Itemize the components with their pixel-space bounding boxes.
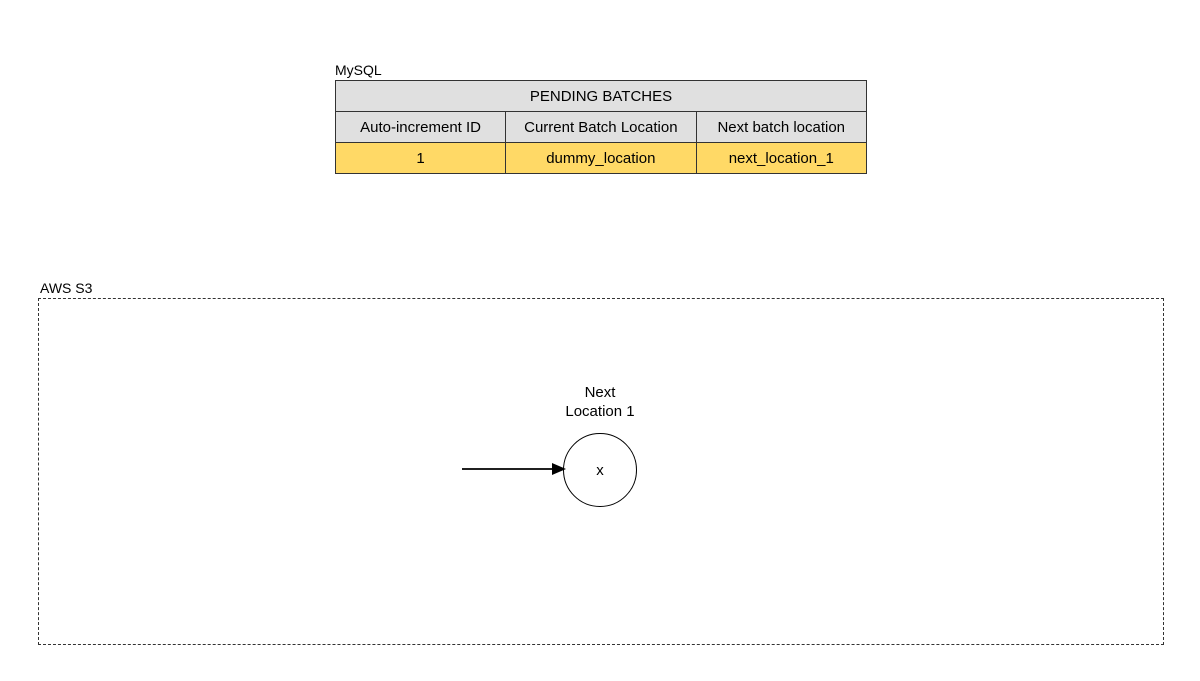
mysql-label: MySQL [335,62,382,78]
table-title: PENDING BATCHES [336,81,867,112]
pending-batches-table: PENDING BATCHES Auto-increment ID Curren… [335,80,867,174]
node-circle: x [563,433,637,507]
table-row: 1 dummy_location next_location_1 [336,143,867,174]
table-header-row: Auto-increment ID Current Batch Location… [336,112,867,143]
node-label-line2: Location 1 [565,403,634,420]
col-header-id: Auto-increment ID [336,112,506,143]
cell-next: next_location_1 [696,143,867,174]
cell-current: dummy_location [506,143,696,174]
node-label: Next Location 1 [555,384,645,422]
cell-id: 1 [336,143,506,174]
node-content: x [596,462,604,479]
aws-s3-label: AWS S3 [40,280,92,296]
node-label-line1: Next [585,384,616,401]
col-header-next: Next batch location [696,112,867,143]
col-header-current: Current Batch Location [506,112,696,143]
arrow-icon [462,460,567,478]
